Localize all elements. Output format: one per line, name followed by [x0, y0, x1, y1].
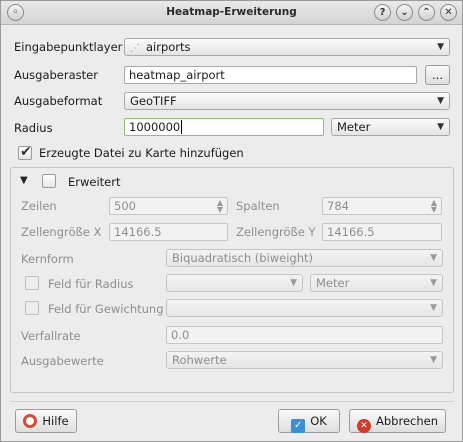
radius-field-checkbox[interactable] — [25, 276, 39, 290]
chevron-down-icon: ▼ — [437, 122, 444, 132]
cellsize-x-label: Zellengröße X — [21, 225, 102, 239]
chevron-down-icon: ▼ — [430, 278, 437, 288]
chevron-down-icon: ▼ — [437, 42, 444, 52]
rows-value: 500 — [114, 199, 136, 213]
cancel-button-label: Abbrechen — [376, 414, 438, 428]
decay-field[interactable]: 0.0 — [166, 326, 443, 344]
radius-unit-value: Meter — [337, 120, 371, 134]
output-format-label: Ausgabeformat — [14, 94, 103, 108]
browse-button[interactable]: ... — [425, 65, 450, 85]
radius-label: Radius — [14, 121, 53, 135]
output-format-value: GeoTIFF — [130, 94, 177, 108]
cancel-stop-icon: ✕ — [357, 419, 371, 433]
advanced-checkbox[interactable] — [42, 174, 56, 188]
help-button[interactable]: Hilfe — [15, 409, 77, 433]
weight-field-label: Feld für Gewichtung — [48, 302, 164, 316]
advanced-label: Erweitert — [68, 175, 121, 189]
point-layer-icon: ⋰ — [130, 43, 140, 54]
cols-value: 784 — [327, 199, 349, 213]
weight-field-combo[interactable]: ▼ — [166, 299, 443, 317]
spin-arrows-icon: ▲ ▼ — [430, 198, 437, 214]
chevron-down-icon: ▼ — [430, 303, 437, 313]
output-raster-field[interactable]: heatmap_airport — [124, 66, 417, 84]
cellsize-y-field[interactable]: 14166.5 — [322, 223, 442, 241]
chevron-down-icon: ▼ — [290, 278, 297, 288]
ok-check-icon: ✓ — [291, 419, 306, 433]
kernel-combo[interactable]: Biquadratisch (biweight) ▼ — [166, 249, 443, 267]
radius-field-unit-value: Meter — [316, 276, 350, 290]
radius-value: 1000000 — [129, 120, 181, 134]
radius-field-label: Feld für Radius — [48, 277, 134, 291]
triangle-down-icon[interactable]: ▼ — [20, 175, 28, 186]
output-values-combo[interactable]: Rohwerte ▼ — [166, 351, 443, 369]
weight-field-checkbox[interactable] — [25, 301, 39, 315]
heatmap-dialog: ◦ Heatmap-Erweiterung ? ⌄ ⌃ ✕ Eingabepun… — [0, 0, 463, 442]
radius-field-combo[interactable]: ▼ — [166, 274, 303, 292]
radius-field[interactable]: 1000000 — [124, 118, 324, 136]
radius-field-unit-combo[interactable]: Meter ▼ — [310, 274, 443, 292]
spin-arrows-icon: ▲ ▼ — [216, 198, 223, 214]
decay-label: Verfallrate — [21, 329, 81, 343]
cols-label: Spalten — [236, 199, 280, 213]
chevron-down-icon: ▼ — [437, 96, 444, 106]
kernel-label: Kernform — [21, 252, 74, 266]
maximize-button[interactable]: ⌃ — [418, 4, 435, 21]
help-lifebuoy-icon — [23, 414, 38, 428]
output-format-combo[interactable]: GeoTIFF ▼ — [124, 92, 450, 110]
cancel-button[interactable]: ✕ Abbrechen — [349, 409, 446, 433]
rows-label: Zeilen — [21, 199, 57, 213]
add-to-map-label: Erzeugte Datei zu Karte hinzufügen — [39, 146, 244, 160]
add-to-map-checkbox[interactable]: ✔ — [18, 144, 32, 160]
close-button[interactable]: ✕ — [440, 4, 457, 21]
help-title-button[interactable]: ? — [374, 4, 391, 21]
cols-spinbox[interactable]: 784 ▲ ▼ — [322, 197, 442, 215]
window-title: Heatmap-Erweiterung — [166, 6, 297, 18]
text-cursor — [181, 120, 183, 134]
chevron-down-icon: ▼ — [430, 253, 437, 263]
title-bar: ◦ Heatmap-Erweiterung ? ⌄ ⌃ ✕ — [1, 1, 462, 25]
rows-spinbox[interactable]: 500 ▲ ▼ — [109, 197, 228, 215]
minimize-button[interactable]: ⌄ — [396, 4, 413, 21]
chevron-down-icon: ▼ — [430, 355, 437, 365]
radius-unit-combo[interactable]: Meter ▼ — [331, 118, 450, 136]
button-separator — [10, 401, 454, 402]
input-layer-label: Eingabepunktlayer — [14, 40, 123, 54]
input-layer-value: airports — [146, 40, 191, 54]
cellsize-x-field[interactable]: 14166.5 — [109, 223, 228, 241]
checkmark-icon: ✔ — [20, 144, 32, 160]
input-layer-combo[interactable]: ⋰ airports ▼ — [124, 38, 450, 56]
output-values-label: Ausgabewerte — [21, 354, 104, 368]
output-raster-label: Ausgaberaster — [14, 68, 98, 82]
output-values-value: Rohwerte — [172, 353, 227, 367]
ok-button[interactable]: ✓ OK — [278, 409, 340, 433]
cellsize-y-label: Zellengröße Y — [236, 225, 316, 239]
kernel-value: Biquadratisch (biweight) — [172, 251, 313, 265]
help-button-label: Hilfe — [42, 414, 69, 428]
ok-button-label: OK — [310, 414, 327, 428]
